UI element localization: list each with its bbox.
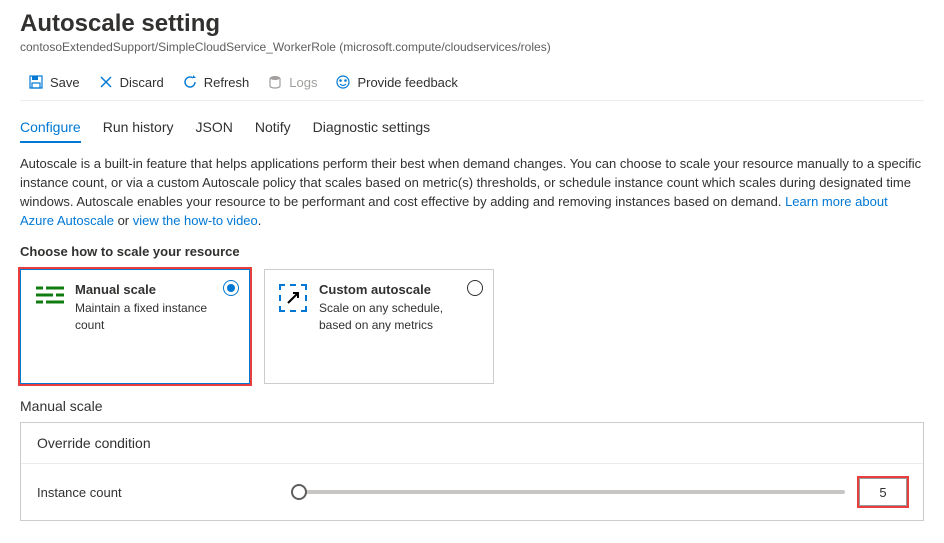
feedback-icon — [335, 74, 351, 90]
howto-video-link[interactable]: view the how-to video — [133, 213, 258, 228]
description-middle: or — [118, 213, 133, 228]
tab-run-history[interactable]: Run history — [103, 115, 174, 143]
override-condition-label: Override condition — [21, 423, 923, 464]
scale-cards: Manual scale Maintain a fixed instance c… — [20, 269, 924, 384]
tab-notify[interactable]: Notify — [255, 115, 291, 143]
discard-label: Discard — [120, 75, 164, 90]
custom-autoscale-title: Custom autoscale — [319, 282, 463, 297]
close-icon — [98, 74, 114, 90]
instance-count-slider[interactable] — [291, 482, 845, 502]
manual-scale-panel: Override condition Instance count 5 — [20, 422, 924, 521]
save-label: Save — [50, 75, 80, 90]
page-title: Autoscale setting — [20, 10, 924, 38]
toolbar: Save Discard Refresh Logs Provide feedba… — [20, 68, 924, 101]
instance-count-label: Instance count — [37, 485, 277, 500]
feedback-button[interactable]: Provide feedback — [335, 74, 457, 90]
manual-scale-card[interactable]: Manual scale Maintain a fixed instance c… — [20, 269, 250, 384]
tabs: Configure Run history JSON Notify Diagno… — [20, 115, 924, 143]
tab-configure[interactable]: Configure — [20, 115, 81, 143]
logs-label: Logs — [289, 75, 317, 90]
custom-autoscale-icon — [279, 282, 309, 312]
slider-thumb[interactable] — [291, 484, 307, 500]
instance-count-row: Instance count 5 — [21, 464, 923, 520]
page-subtitle: contosoExtendedSupport/SimpleCloudServic… — [20, 40, 924, 54]
slider-track — [299, 490, 845, 494]
tab-diagnostic[interactable]: Diagnostic settings — [313, 115, 431, 143]
custom-autoscale-radio[interactable] — [467, 280, 483, 296]
description-tail: . — [258, 213, 262, 228]
instance-count-input[interactable]: 5 — [859, 478, 907, 506]
choose-scale-label: Choose how to scale your resource — [20, 244, 924, 259]
refresh-button[interactable]: Refresh — [182, 74, 250, 90]
manual-scale-heading: Manual scale — [20, 398, 924, 414]
refresh-icon — [182, 74, 198, 90]
save-button[interactable]: Save — [28, 74, 80, 90]
logs-icon — [267, 74, 283, 90]
save-icon — [28, 74, 44, 90]
refresh-label: Refresh — [204, 75, 250, 90]
logs-button: Logs — [267, 74, 317, 90]
feedback-label: Provide feedback — [357, 75, 457, 90]
manual-scale-radio[interactable] — [223, 280, 239, 296]
tab-json[interactable]: JSON — [196, 115, 233, 143]
discard-button[interactable]: Discard — [98, 74, 164, 90]
manual-scale-icon — [35, 282, 65, 307]
custom-autoscale-card[interactable]: Custom autoscale Scale on any schedule, … — [264, 269, 494, 384]
description-text: Autoscale is a built-in feature that hel… — [20, 155, 924, 230]
manual-scale-desc: Maintain a fixed instance count — [75, 300, 219, 334]
custom-autoscale-desc: Scale on any schedule, based on any metr… — [319, 300, 463, 334]
manual-scale-title: Manual scale — [75, 282, 219, 297]
